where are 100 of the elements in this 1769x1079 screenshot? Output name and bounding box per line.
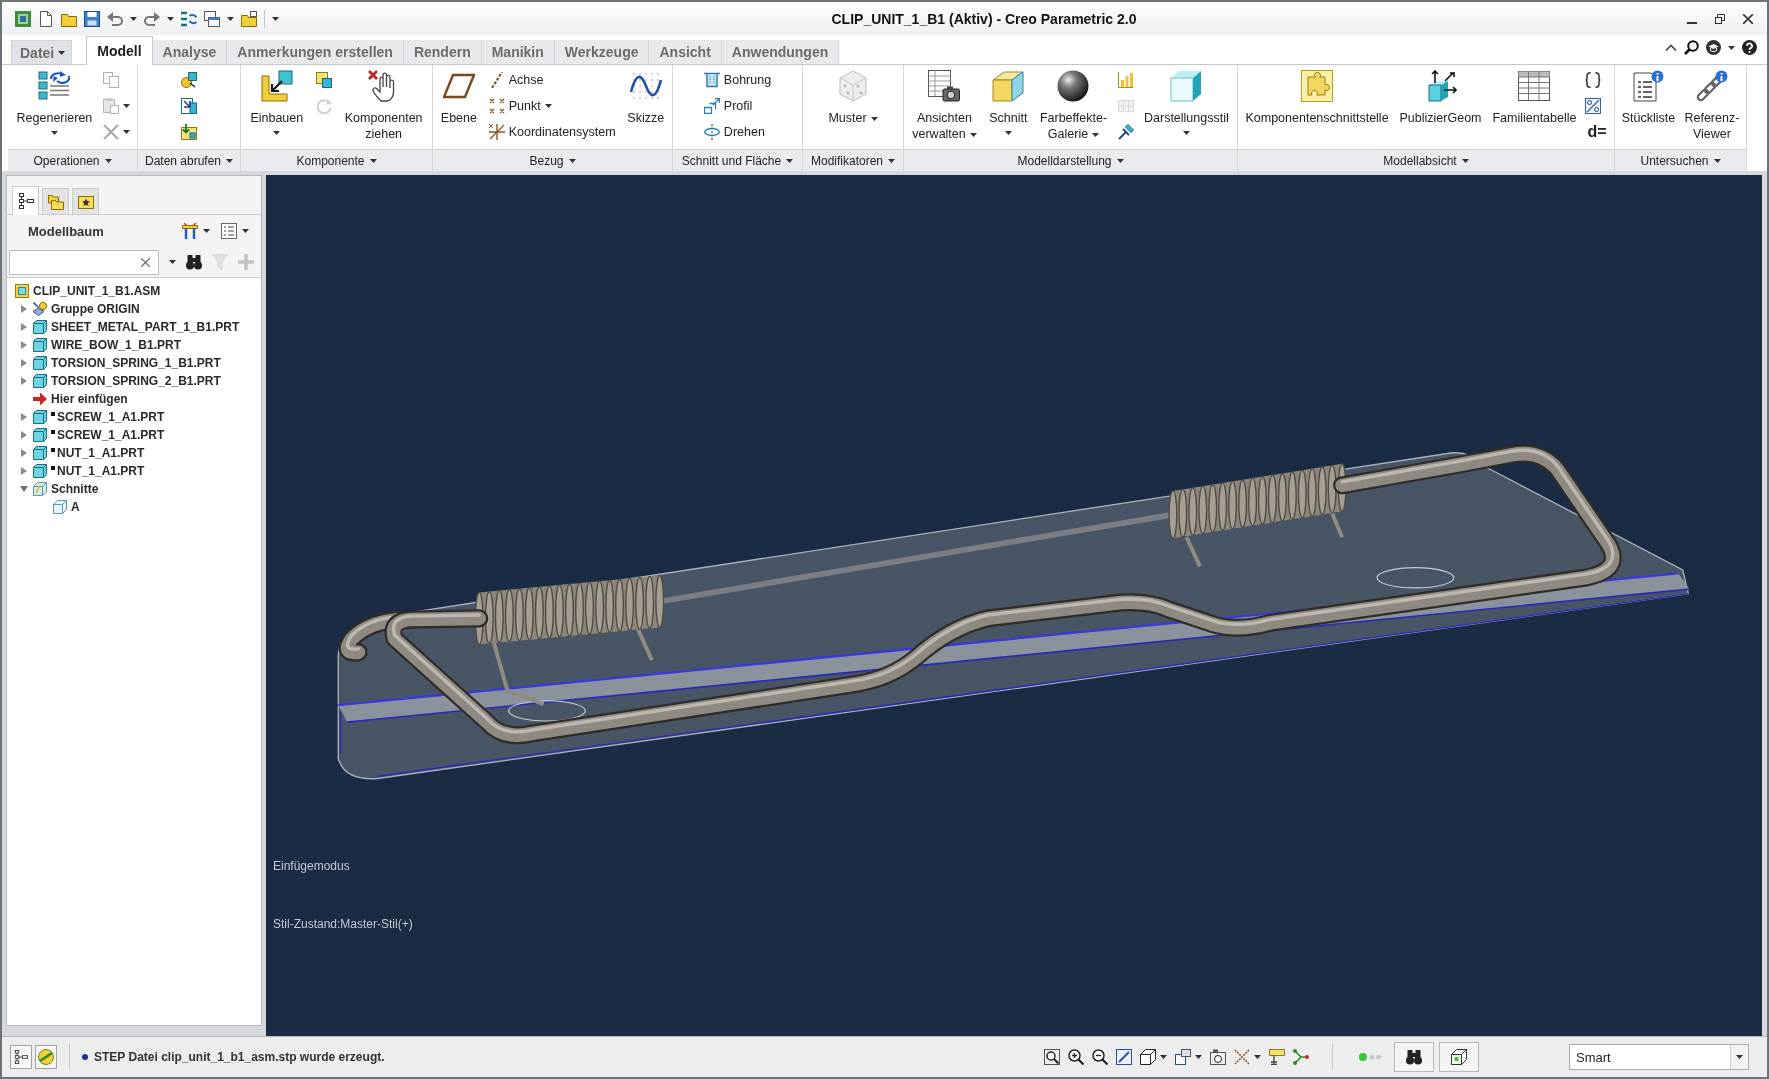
bar-chart-icon[interactable] [1117,72,1134,88]
group-menu-button[interactable]: Untersuchen [1615,149,1746,171]
bars-arrows-icon[interactable] [181,10,197,27]
help-icon[interactable] [1742,40,1757,55]
undo-icon[interactable] [107,10,123,27]
ribbon-tab[interactable]: Rendern [403,40,482,64]
tree-item[interactable]: SCREW_1_A1.PRT [57,410,165,424]
sketch-button[interactable]: Skizze [625,65,667,126]
expand-arrow-icon[interactable] [20,431,28,439]
redo-icon[interactable] [144,10,160,27]
windows-icon[interactable] [204,10,220,27]
caret-icon[interactable] [1254,1055,1261,1059]
shapes-icon[interactable] [181,72,197,88]
publish-geometry-button[interactable]: PublizierGeom [1397,65,1484,126]
tree-item[interactable]: SCREW_1_A1.PRT [57,428,165,442]
caret-icon[interactable] [167,16,174,21]
caret-icon[interactable] [169,260,176,264]
save-icon[interactable] [84,10,100,27]
ribbon-tab[interactable]: Anwendungen [721,40,840,64]
group-menu-button[interactable]: Komponente [241,149,432,171]
tree-item[interactable]: CLIP_UNIT_1_B1.ASM [33,284,161,298]
expand-arrow-icon[interactable] [20,341,28,349]
assemble-button[interactable]: Einbauen [248,65,306,135]
collapse-arrow-icon[interactable] [20,485,28,493]
tree-item[interactable]: Schnitte [51,482,99,496]
percent-icon[interactable] [1585,98,1602,114]
expand-arrow-icon[interactable] [20,305,28,313]
panel-tab[interactable] [72,188,99,214]
coordinate-system-button[interactable]: Koordinatensystem [486,119,618,145]
node-graph-icon[interactable] [1293,1049,1309,1065]
tree-item[interactable]: Gruppe ORIGIN [51,302,140,316]
ribbon-tab[interactable]: Werkzeuge [554,40,650,64]
cube-outline-icon[interactable] [1140,1049,1156,1065]
signpost-icon[interactable] [1269,1049,1285,1065]
group-menu-button[interactable]: Operationen [8,149,137,171]
expand-arrow-icon[interactable] [20,413,28,421]
profile-button[interactable]: Profil [701,93,774,119]
tree-item[interactable]: SHEET_METAL_PART_1_B1.PRT [51,320,240,334]
display-style-button[interactable]: Darstellungsstil [1142,65,1231,135]
collapse-ribbon-icon[interactable] [1665,44,1677,51]
formula-button[interactable]: d= [1585,119,1609,145]
ribbon-tab[interactable]: Anmerkungen erstellen [227,40,404,64]
tree-item[interactable]: NUT_1_A1.PRT [57,464,145,478]
selection-filter-dropdown[interactable]: Smart [1569,1044,1749,1070]
view-manager-button[interactable]: Ansichten verwalten [910,65,979,142]
group-menu-button[interactable]: Modelldarstellung [904,149,1237,171]
brackets-icon[interactable] [1585,72,1602,88]
expand-arrow-icon[interactable] [20,449,28,457]
box-arrow-icon[interactable] [181,98,197,114]
ribbon-tab[interactable]: Ansicht [649,40,722,64]
tree-item[interactable]: WIRE_BOW_1_B1.PRT [51,338,182,352]
drag-components-button[interactable]: Komponenten ziehen [342,65,425,142]
caret-icon[interactable] [242,229,249,233]
file-menu-tab[interactable]: Datei [11,40,73,64]
caret-icon[interactable] [1160,1055,1167,1059]
pattern-button[interactable]: Muster [826,65,880,126]
tree-item[interactable]: A [71,500,80,514]
zoom-fit-icon[interactable] [1044,1049,1060,1065]
group-menu-button[interactable]: Daten abrufen [138,149,240,171]
caret-icon[interactable] [130,16,137,21]
component-interface-button[interactable]: Komponentenschnittstelle [1243,65,1391,126]
status-toggle-button[interactable] [35,1045,57,1069]
caret-icon[interactable] [1728,45,1735,50]
tree-item[interactable]: NUT_1_A1.PRT [57,446,145,460]
settings-icon[interactable] [182,223,198,239]
restore-icon[interactable] [1715,13,1725,24]
caret-icon[interactable] [227,16,234,21]
box-import-icon[interactable] [181,124,197,140]
tree-item[interactable]: Hier einfügen [51,392,128,406]
brush-icon[interactable] [1117,124,1134,140]
group-menu-button[interactable]: Modifikatoren [803,149,903,171]
caret-icon[interactable] [1195,1055,1202,1059]
new-file-icon[interactable] [38,10,54,27]
revolve-button[interactable]: Drehen [701,119,774,145]
ribbon-tab[interactable]: Modell [86,36,153,65]
ribbon-tab[interactable]: Manikin [481,40,555,64]
point-button[interactable]: Punkt [486,93,618,119]
caret-icon[interactable] [203,229,210,233]
close-icon[interactable] [1743,13,1753,24]
folder-sheet-icon[interactable] [241,10,257,27]
axis-button[interactable]: Achse [486,67,618,93]
expand-arrow-icon[interactable] [20,467,28,475]
find-button[interactable] [1394,1042,1434,1072]
graduation-cap-icon[interactable] [1706,40,1721,55]
clear-icon[interactable] [141,257,150,267]
plane-button[interactable]: Ebene [438,65,479,126]
zoom-in-icon[interactable] [1068,1049,1084,1065]
caret-icon[interactable] [272,16,279,21]
binoculars-icon[interactable] [186,254,202,270]
expand-arrow-icon[interactable] [20,359,28,367]
zoom-out-icon[interactable] [1092,1049,1108,1065]
search-icon[interactable] [1684,40,1699,55]
reference-viewer-button[interactable]: Referenz- Viewer [1682,65,1742,142]
model-tree-toggle-button[interactable] [10,1045,32,1069]
group-menu-button[interactable]: Bezug [433,149,672,171]
search-field[interactable] [9,249,159,275]
family-table-button[interactable]: Familientabelle [1490,65,1579,126]
appearance-gallery-button[interactable]: Farbeffekte- Galerie [1037,65,1110,142]
camera-icon[interactable] [1210,1049,1226,1065]
slashed-square-icon[interactable] [1116,1049,1132,1065]
